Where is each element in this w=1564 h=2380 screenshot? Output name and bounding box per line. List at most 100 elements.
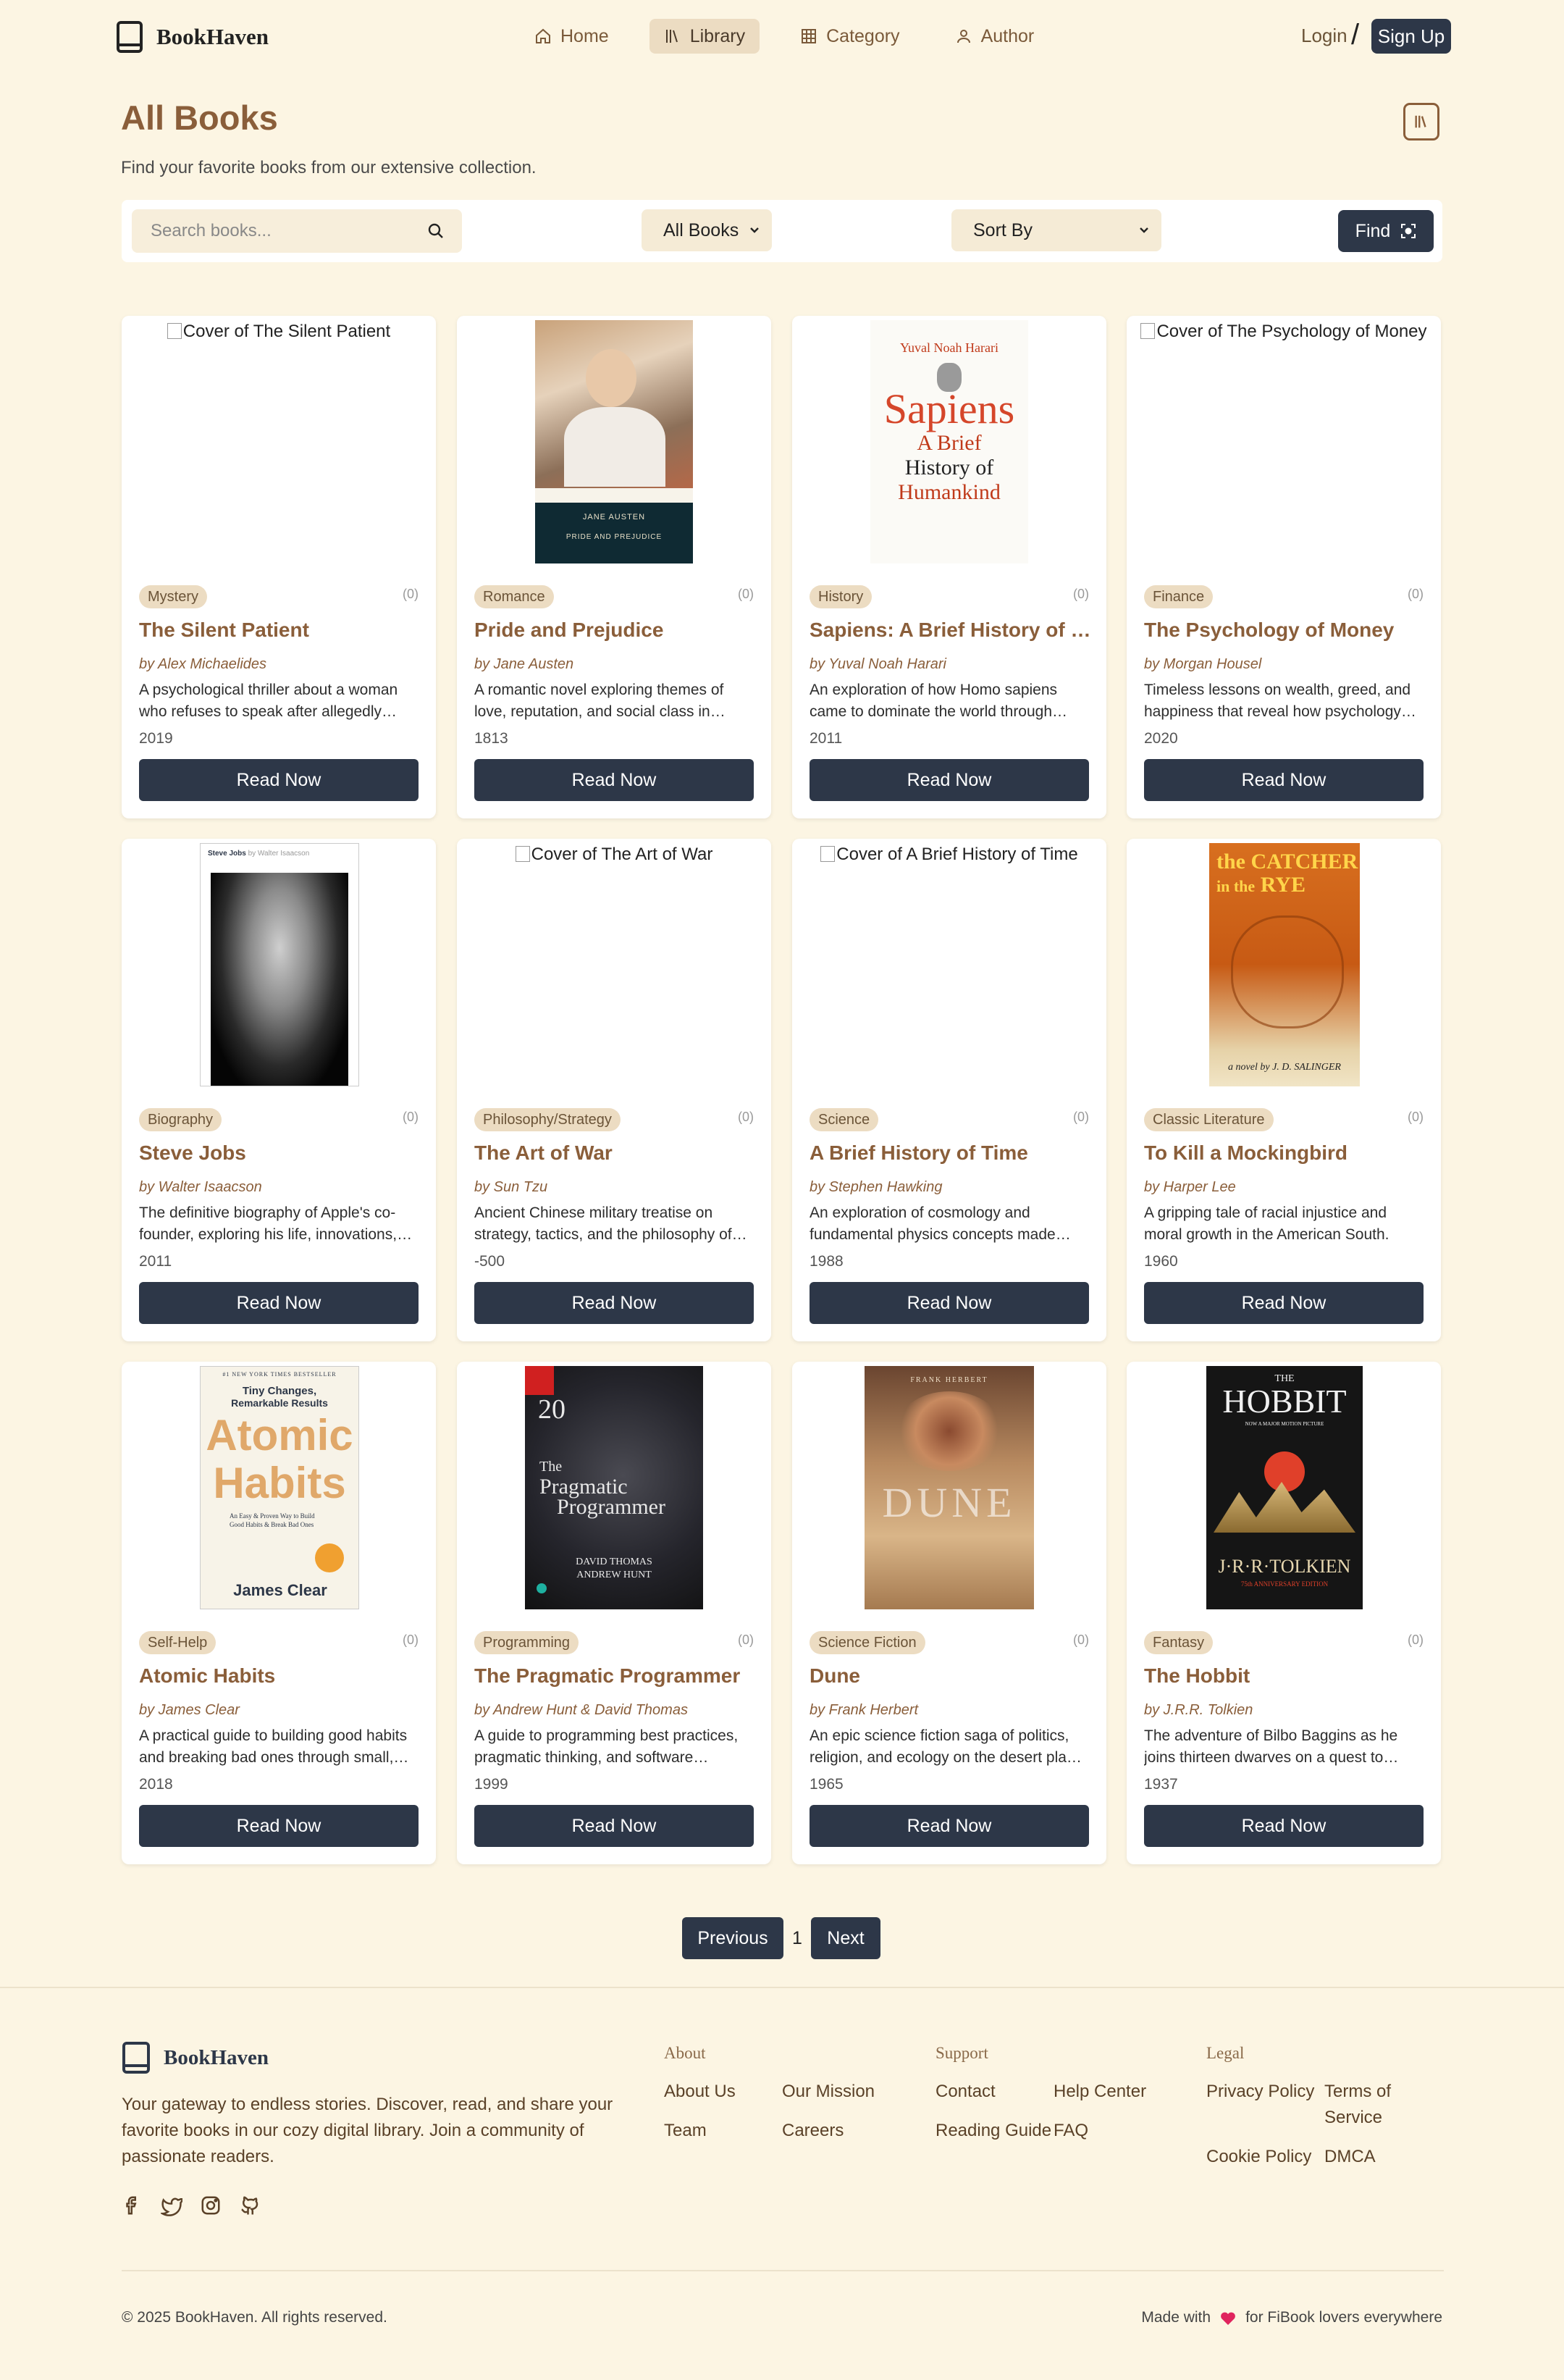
brand-logo[interactable]: BookHaven: [116, 20, 269, 54]
read-now-button[interactable]: Read Now: [810, 1805, 1089, 1847]
read-now-button[interactable]: Read Now: [139, 1282, 419, 1324]
login-link[interactable]: Login: [1301, 25, 1348, 47]
book-description: Ancient Chinese military treatise on str…: [474, 1204, 732, 1243]
genre-badge: Science: [810, 1108, 879, 1131]
book-title[interactable]: Steve Jobs: [139, 1141, 421, 1165]
book-title[interactable]: Sapiens: A Brief History of Humankind: [810, 619, 1092, 642]
book-title[interactable]: Atomic Habits: [139, 1664, 421, 1688]
footer-brand[interactable]: BookHaven: [122, 2041, 269, 2074]
search-input[interactable]: Search books...: [151, 221, 272, 241]
footer-divider: [0, 1987, 1564, 1988]
footer-link-help-center[interactable]: Help Center: [1054, 2079, 1146, 2105]
footer-link-faq[interactable]: FAQ: [1054, 2118, 1088, 2144]
footer-link-cookie[interactable]: Cookie Policy: [1206, 2144, 1311, 2170]
footer-link-privacy[interactable]: Privacy Policy: [1206, 2079, 1314, 2105]
book-title[interactable]: The Psychology of Money: [1144, 619, 1426, 642]
nav-category[interactable]: Category: [786, 19, 914, 54]
read-now-button[interactable]: Read Now: [1144, 759, 1424, 801]
broken-cover-image: Cover of A Brief History of Time: [792, 845, 1106, 865]
find-button[interactable]: Find: [1338, 210, 1434, 252]
read-now-button[interactable]: Read Now: [1144, 1282, 1424, 1324]
book-title[interactable]: Dune: [810, 1664, 1092, 1688]
genre-badge: Philosophy/Strategy: [474, 1108, 621, 1131]
footer-link-team[interactable]: Team: [664, 2118, 707, 2144]
library-toggle-button[interactable]: [1403, 103, 1439, 141]
read-now-button[interactable]: Read Now: [474, 1805, 754, 1847]
read-now-button[interactable]: Read Now: [474, 1282, 754, 1324]
book-card[interactable]: Cover of The Psychology of Money Finance…: [1127, 316, 1441, 818]
chevron-down-icon: [1140, 227, 1148, 233]
book-card[interactable]: Cover of A Brief History of Time Science…: [792, 839, 1106, 1341]
made-with-text: Made with for FiBook lovers everywhere: [1141, 2309, 1442, 2326]
cover-author: James Clear: [233, 1581, 327, 1599]
book-card[interactable]: FRANK HERBERT DUNE Science Fiction (0) D…: [792, 1362, 1106, 1864]
read-now-button[interactable]: Read Now: [474, 759, 754, 801]
footer-link-dmca[interactable]: DMCA: [1324, 2144, 1376, 2170]
book-card[interactable]: Cover of The Art of War Philosophy/Strat…: [457, 839, 771, 1341]
user-icon: [957, 30, 970, 43]
footer-link-reading-guide[interactable]: Reading Guide: [936, 2118, 1051, 2144]
book-cover[interactable]: Yuval Noah Harari Sapiens A Brief Histor…: [792, 316, 1106, 566]
book-cover[interactable]: the CATCHER in the RYE a novel by J. D. S…: [1127, 839, 1441, 1089]
book-cover[interactable]: Cover of A Brief History of Time: [792, 839, 1106, 1089]
book-title[interactable]: Pride and Prejudice: [474, 619, 757, 642]
book-cover[interactable]: 20 The Pragmatic Programmer DAVID THOMAS AN…: [457, 1362, 771, 1612]
nav-library[interactable]: Library: [649, 19, 760, 54]
github-icon[interactable]: [239, 2195, 261, 2216]
book-card[interactable]: Cover of The Silent Patient Mystery (0) …: [122, 316, 436, 818]
footer-link-terms[interactable]: Terms of Service: [1324, 2079, 1418, 2131]
book-cover[interactable]: Cover of The Psychology of Money: [1127, 316, 1441, 566]
book-cover[interactable]: Cover of The Silent Patient: [122, 316, 436, 566]
rating-count: (0): [1073, 1110, 1089, 1124]
footer-link-contact[interactable]: Contact: [936, 2079, 996, 2105]
read-now-button[interactable]: Read Now: [810, 1282, 1089, 1324]
footer-link-our-mission[interactable]: Our Mission: [782, 2079, 875, 2105]
nav-author[interactable]: Author: [941, 19, 1049, 54]
book-card[interactable]: Yuval Noah Harari Sapiens A Brief Histor…: [792, 316, 1106, 818]
twitter-icon[interactable]: [161, 2195, 182, 2216]
signup-button[interactable]: Sign Up: [1371, 19, 1451, 54]
book-cover[interactable]: FRANK HERBERT DUNE: [792, 1362, 1106, 1612]
instagram-icon[interactable]: [200, 2195, 222, 2216]
book-description: The definitive biography of Apple's co-f…: [139, 1204, 398, 1243]
book-description: A guide to programming best practices, p…: [474, 1727, 739, 1766]
cover-author: by Walter Isaacson: [248, 850, 310, 858]
book-card[interactable]: the CATCHER in the RYE a novel by J. D. S…: [1127, 839, 1441, 1341]
book-card[interactable]: Steve Jobs by Walter Isaacson Biography …: [122, 839, 436, 1341]
cover-edition: 75th ANNIVERSARY EDITION: [1240, 1580, 1329, 1588]
book-title[interactable]: To Kill a Mockingbird: [1144, 1141, 1426, 1165]
book-cover[interactable]: THE HOBBIT NOW A MAJOR MOTION PICTURE J·…: [1127, 1362, 1441, 1612]
read-now-button[interactable]: Read Now: [810, 759, 1089, 801]
book-cover[interactable]: #1 NEW YORK TIMES BESTSELLER Tiny Change…: [122, 1362, 436, 1612]
search-icon[interactable]: [427, 222, 445, 240]
search-box[interactable]: Search books...: [132, 209, 462, 253]
cover-alt-prefix: Cover of: [1156, 322, 1227, 341]
book-title[interactable]: The Hobbit: [1144, 1664, 1426, 1688]
current-page-number[interactable]: 1: [783, 1928, 811, 1949]
genre-badge: History: [810, 585, 873, 608]
facebook-icon[interactable]: [122, 2195, 143, 2216]
footer-link-about-us[interactable]: About Us: [664, 2079, 736, 2105]
rating-count: (0): [738, 587, 754, 601]
book-card[interactable]: 20 The Pragmatic Programmer DAVID THOMAS AN…: [457, 1362, 771, 1864]
footer-link-careers[interactable]: Careers: [782, 2118, 844, 2144]
next-page-button[interactable]: Next: [811, 1917, 880, 1959]
sort-select[interactable]: Sort By: [951, 209, 1161, 251]
social-links: [122, 2195, 278, 2216]
book-title[interactable]: The Silent Patient: [139, 619, 421, 642]
read-now-button[interactable]: Read Now: [1144, 1805, 1424, 1847]
book-card[interactable]: #1 NEW YORK TIMES BESTSELLER Tiny Change…: [122, 1362, 436, 1864]
nav-home[interactable]: Home: [520, 19, 623, 54]
book-title[interactable]: The Art of War: [474, 1141, 757, 1165]
category-select[interactable]: All Books: [642, 209, 772, 251]
read-now-button[interactable]: Read Now: [139, 759, 419, 801]
book-title[interactable]: A Brief History of Time: [810, 1141, 1092, 1165]
book-cover[interactable]: Cover of The Art of War: [457, 839, 771, 1089]
read-now-button[interactable]: Read Now: [139, 1805, 419, 1847]
book-title[interactable]: The Pragmatic Programmer: [474, 1664, 757, 1688]
previous-page-button[interactable]: Previous: [682, 1917, 783, 1959]
book-cover[interactable]: JANE AUSTEN PRIDE AND PREJUDICE: [457, 316, 771, 566]
book-card[interactable]: THE HOBBIT NOW A MAJOR MOTION PICTURE J·…: [1127, 1362, 1441, 1864]
book-card[interactable]: JANE AUSTEN PRIDE AND PREJUDICE Romance …: [457, 316, 771, 818]
book-cover[interactable]: Steve Jobs by Walter Isaacson: [122, 839, 436, 1089]
